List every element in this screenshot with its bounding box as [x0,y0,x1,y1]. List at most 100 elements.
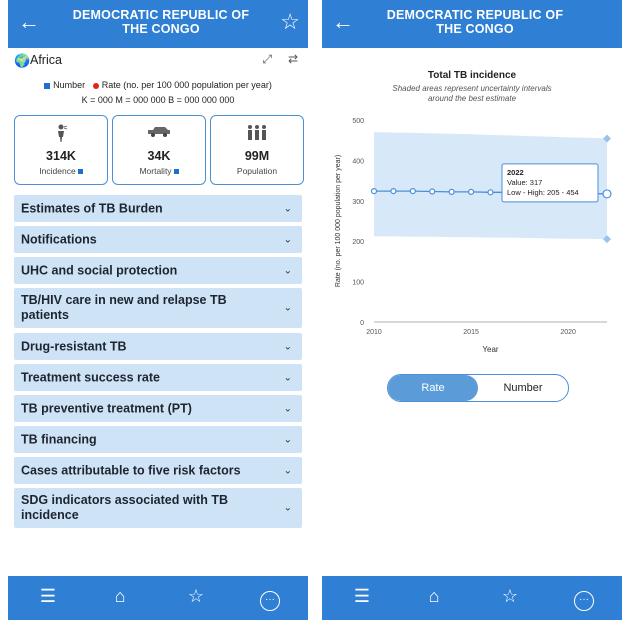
accordion-label: Treatment success rate [21,370,160,384]
chevron-down-icon: ⌄ [283,341,292,352]
accordion-sdg[interactable]: SDG indicators associated with TB incide… [14,488,302,528]
stat-label: Incidence [15,166,107,176]
accordion-label: Notifications [21,232,97,246]
globe-icon: 🌍 [14,53,31,68]
accordion-preventive[interactable]: TB preventive treatment (PT) ⌄ [14,395,302,422]
bottom-nav: ☰ ⌂ ☆ ··· [322,576,622,620]
chevron-down-icon: ⌄ [283,302,292,314]
hearse-icon [113,124,205,142]
tooltip-value: Value: 317 [507,178,542,187]
favorites-star-icon[interactable]: ☆ [490,585,530,607]
accordion-label: Drug-resistant TB [21,339,127,353]
stat-value: 314K [46,149,76,163]
stats-cards: 314K Incidence 34K Mortality 99M Populat… [14,115,304,185]
chevron-down-icon: ⌄ [283,434,292,445]
y-tick-label: 400 [352,158,364,165]
stat-label: Mortality [113,166,205,176]
accordion-risk-factors[interactable]: Cases attributable to five risk factors ⌄ [14,457,302,484]
chart-subtitle: Shaded areas represent uncertainty inter… [392,84,552,103]
accordion-label: TB preventive treatment (PT) [21,401,192,415]
stat-label: Population [236,166,278,176]
accordion-notifications[interactable]: Notifications ⌄ [14,226,302,253]
x-tick-label: 2020 [560,329,576,336]
compare-icon[interactable]: ⇄ [288,52,298,66]
accordion-label: Estimates of TB Burden [21,201,163,215]
incidence-chart[interactable]: 0 100 200 300 400 500 2010 2015 2020 Year Rate (no… [322,110,622,360]
y-axis-label: Rate (no. per 100 000 population per yea… [335,155,342,287]
chevron-down-icon: ⌄ [283,465,292,476]
chevron-down-icon: ⌄ [283,203,292,214]
accordion-tb-hiv[interactable]: TB/HIV care in new and relapse TB patien… [14,288,302,328]
accordion-treatment-success[interactable]: Treatment success rate ⌄ [14,364,302,391]
y-tick-label: 200 [352,239,364,246]
rate-option[interactable]: Rate [388,375,478,401]
accordion-label: TB financing [21,432,97,446]
person-coughing-icon [15,124,107,146]
x-tick-label: 2015 [463,329,479,336]
accordion-financing[interactable]: TB financing ⌄ [14,426,302,453]
back-arrow-icon[interactable]: ← [332,10,354,34]
number-marker-icon [173,169,179,175]
accordion-label: UHC and social protection [21,263,178,277]
accordion-label: TB/HIV care in new and relapse TB patien… [21,293,227,322]
y-tick-label: 100 [352,280,364,287]
chevron-down-icon: ⌄ [283,403,292,414]
stat-value: 34K [147,149,171,163]
chevron-down-icon: ⌄ [283,234,292,245]
stat-card-incidence[interactable]: 314K Incidence [14,115,108,185]
more-options-icon[interactable]: ··· [564,585,604,611]
number-marker-icon [44,82,51,89]
star-icon[interactable]: ☆ [280,10,300,34]
home-icon[interactable]: ⌂ [100,585,140,607]
back-arrow-icon[interactable]: ← [18,10,40,34]
data-point [370,188,378,195]
home-icon[interactable]: ⌂ [414,585,454,607]
y-tick-label: 0 [360,320,364,327]
bottom-nav: ☰ ⌂ ☆ ··· [8,576,308,620]
legend: Number Rate (no. per 100 000 population … [8,80,308,106]
chevron-down-icon: ⌄ [283,502,292,514]
chevron-down-icon: ⌄ [283,372,292,383]
data-point [429,188,436,195]
data-point [487,189,494,196]
accordion-label: Cases attributable to five risk factors [21,463,241,477]
menu-icon[interactable]: ☰ [342,585,382,607]
data-point [467,188,475,196]
chart-title: Total TB incidence [427,70,517,81]
number-marker-icon [77,169,83,175]
region-row: 🌍 Africa ⤢ ⇄ [14,52,302,70]
y-tick-label: 300 [352,199,364,206]
people-group-icon [211,124,303,146]
rate-number-toggle[interactable]: Rate Number [387,374,569,402]
legend-number: Number [53,80,86,90]
data-point [448,188,455,196]
app-header: ← DEMOCRATIC REPUBLIC OF THE CONGO ☆ [8,0,308,48]
legend-units: K = 000 M = 000 000 B = 000 000 000 [81,95,235,105]
expand-icon[interactable]: ⤢ [262,52,272,67]
chart-screen: ← DEMOCRATIC REPUBLIC OF THE CONGO Total… [322,0,622,620]
menu-icon[interactable]: ☰ [28,585,68,607]
x-axis-label: Year [482,345,499,354]
accordion-uhc[interactable]: UHC and social protection ⌄ [14,257,302,284]
country-profile-screen: ← DEMOCRATIC REPUBLIC OF THE CONGO ☆ 🌍 A… [8,0,308,620]
x-tick-label: 2010 [366,329,382,336]
accordion-drug-resistant[interactable]: Drug-resistant TB ⌄ [14,333,302,360]
stat-card-population[interactable]: 99M Population [210,115,304,185]
data-point [409,188,416,195]
accordion-estimates[interactable]: Estimates of TB Burden ⌄ [14,195,302,222]
page-title: DEMOCRATIC REPUBLIC OF THE CONGO [72,8,250,36]
tooltip-year: 2022 [507,168,524,177]
tooltip-range: Low - High: 205 - 454 [507,188,579,197]
number-option[interactable]: Number [478,375,568,401]
chevron-down-icon: ⌄ [283,265,292,276]
more-options-icon[interactable]: ··· [250,585,290,611]
stat-value: 99M [244,149,270,163]
stat-card-mortality[interactable]: 34K Mortality [112,115,206,185]
data-point [602,189,612,199]
legend-rate: Rate (no. per 100 000 population per yea… [101,80,272,90]
y-tick-label: 500 [352,118,364,125]
favorites-star-icon[interactable]: ☆ [176,585,216,607]
accordion-label: SDG indicators associated with TB incide… [21,493,228,522]
data-point [390,188,397,195]
page-title: DEMOCRATIC REPUBLIC OF THE CONGO [386,8,564,36]
